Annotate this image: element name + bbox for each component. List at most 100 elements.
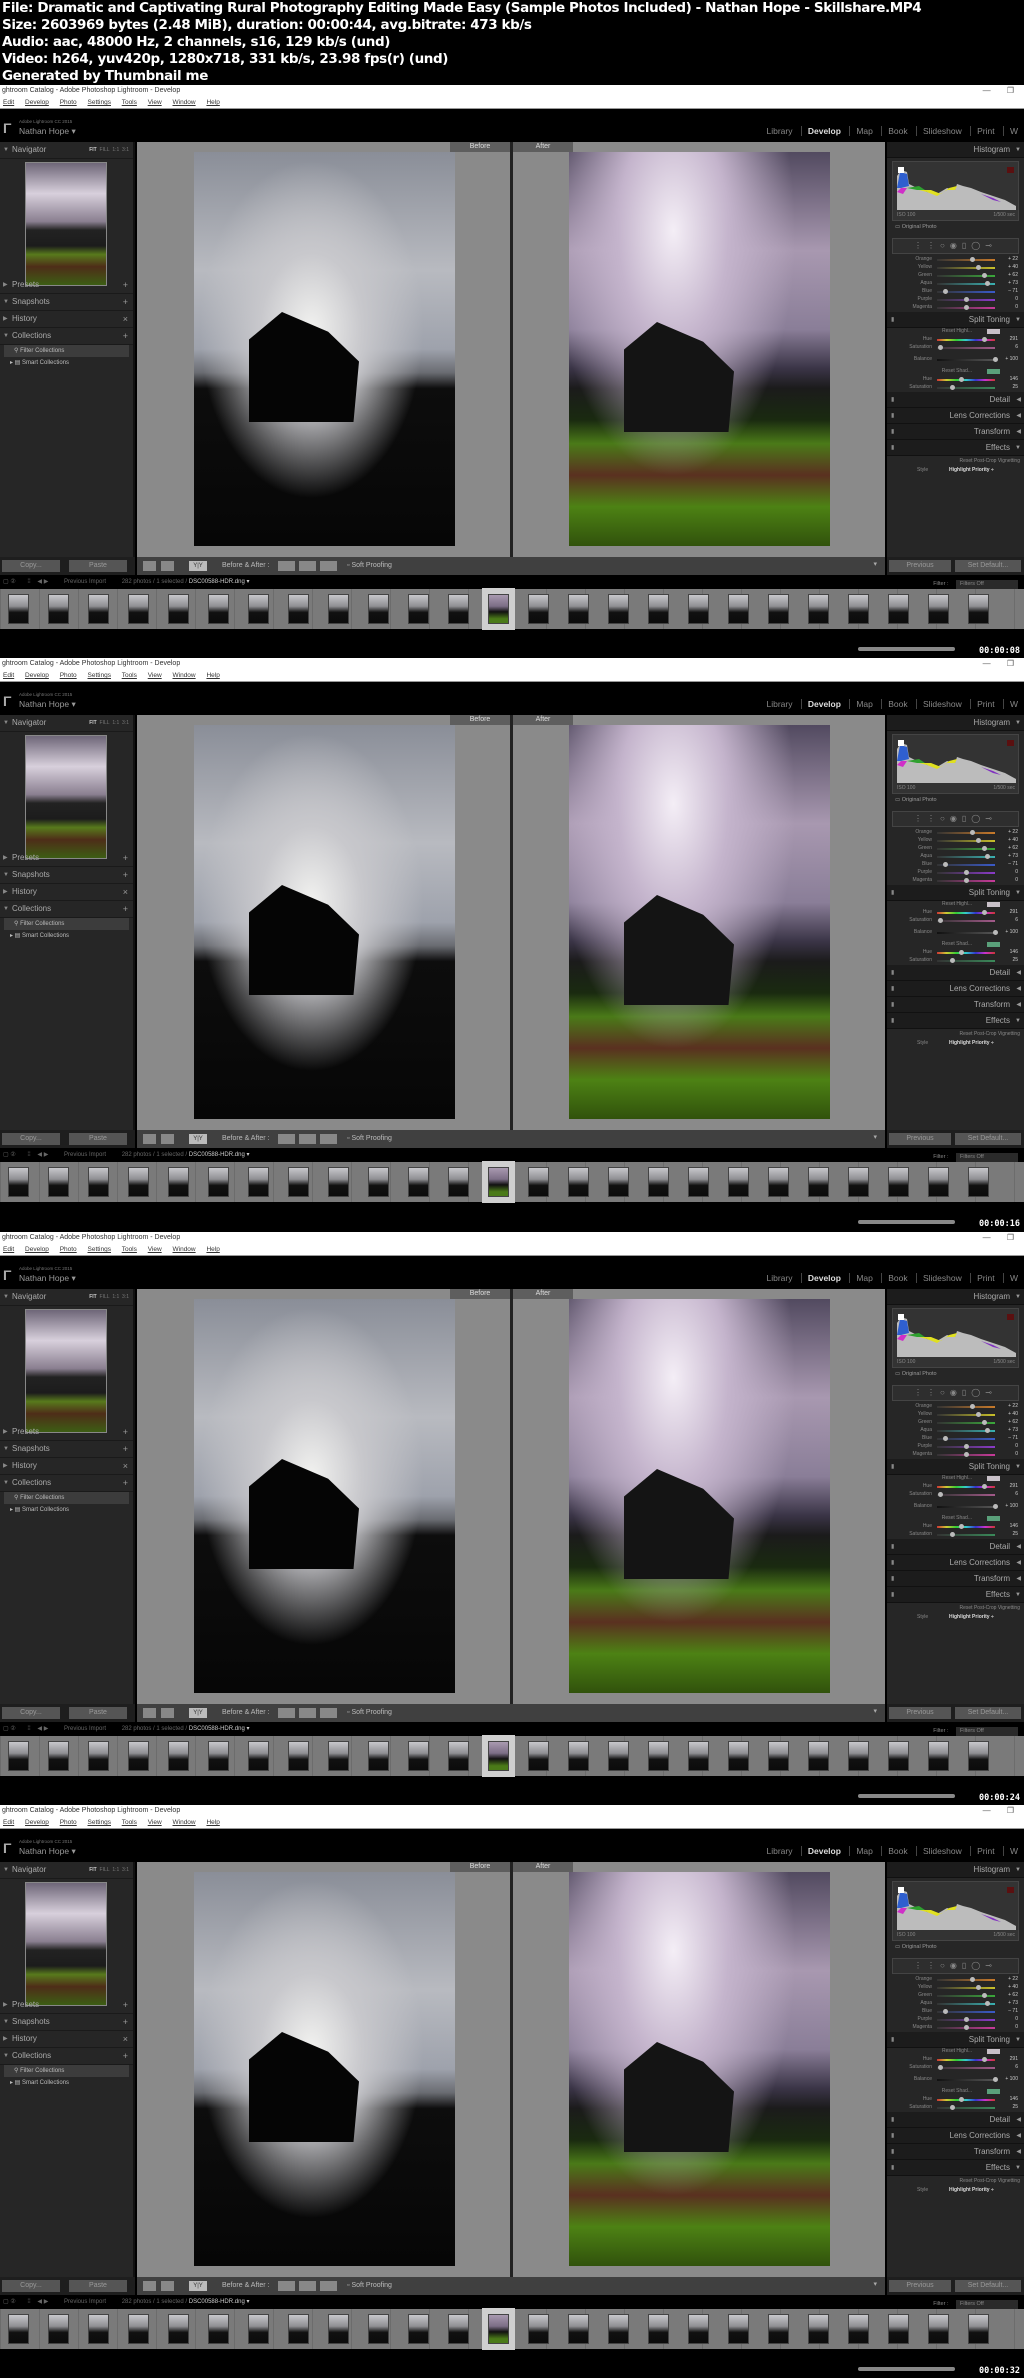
highlights-saturation-slider[interactable]: Saturation 6 — [887, 2064, 1024, 2072]
hsl-slider-magenta[interactable]: Magenta 0 — [887, 304, 1024, 312]
detail-header[interactable]: ▮ Detail ◀ — [887, 965, 1024, 981]
copy-before-to-after-button[interactable] — [278, 561, 295, 571]
slider-knob[interactable] — [984, 2001, 990, 2006]
split-toning-header[interactable]: ▮ Split Toning ▼ — [887, 312, 1024, 328]
presets-header[interactable]: ▶ Presets + — [0, 277, 133, 294]
loupe-view-button[interactable] — [143, 561, 156, 571]
add-snapshot-icon[interactable]: + — [123, 867, 128, 883]
hsl-slider-magenta[interactable]: Magenta 0 — [887, 1451, 1024, 1459]
filmstrip-thumb[interactable] — [448, 1167, 469, 1197]
menu-settings[interactable]: Settings — [88, 1246, 112, 1253]
module-slideshow[interactable]: Slideshow — [915, 699, 968, 709]
back-arrow-icon[interactable]: ◀ — [37, 1152, 42, 1158]
navigator-header[interactable]: ▼ Navigator FIT FILL 1:1 3:1 — [0, 1862, 133, 1879]
copy-button[interactable]: Copy... — [2, 1707, 60, 1719]
set-default-button[interactable]: Set Default... — [955, 1133, 1021, 1145]
slider-knob[interactable] — [993, 2077, 998, 2082]
menu-window[interactable]: Window — [173, 672, 196, 679]
graduated-filter-icon[interactable]: ▯ — [962, 1388, 971, 1397]
shadows-saturation-slider[interactable]: Saturation 25 — [887, 384, 1024, 392]
forward-arrow-icon[interactable]: ▶ — [44, 1152, 49, 1158]
module-develop[interactable]: Develop — [800, 1273, 847, 1283]
highlights-reset[interactable]: Reset Highl... — [887, 901, 1024, 909]
lens-corrections-header[interactable]: ▮ Lens Corrections ◀ — [887, 981, 1024, 997]
slider-track[interactable] — [937, 1979, 995, 1981]
menu-tools[interactable]: Tools — [122, 1819, 137, 1826]
presets-header[interactable]: ▶ Presets + — [0, 1424, 133, 1441]
menu-tools[interactable]: Tools — [122, 672, 137, 679]
filmstrip-thumb[interactable] — [688, 1167, 709, 1197]
presets-header[interactable]: ▶ Presets + — [0, 850, 133, 867]
module-slideshow[interactable]: Slideshow — [915, 1273, 968, 1283]
histogram[interactable]: ISO 100 1/500 sec — [892, 1881, 1019, 1941]
filmstrip-thumb[interactable] — [208, 1167, 229, 1197]
filmstrip-thumb-selected[interactable] — [482, 588, 515, 630]
menu-photo[interactable]: Photo — [60, 672, 77, 679]
filmstrip-scrollbar[interactable] — [858, 1794, 955, 1798]
style-dropdown[interactable]: Highlight Priority ÷ — [949, 467, 994, 473]
filmstrip-thumb[interactable] — [408, 1167, 429, 1197]
filmstrip-thumb[interactable] — [368, 2314, 389, 2344]
minimize-button[interactable]: — — [983, 1806, 991, 1815]
module-library[interactable]: Library — [761, 126, 799, 136]
filmstrip-thumb[interactable] — [248, 594, 269, 624]
filmstrip-thumb[interactable] — [648, 1167, 669, 1197]
copy-before-to-after-button[interactable] — [278, 1134, 295, 1144]
copy-after-to-before-button[interactable] — [299, 2281, 316, 2291]
filmstrip-thumb[interactable] — [208, 1741, 229, 1771]
red-eye-icon[interactable]: ◉ — [950, 1388, 962, 1397]
filmstrip-thumb[interactable] — [688, 594, 709, 624]
histogram-header[interactable]: Histogram ▼ — [887, 142, 1024, 158]
slider-track[interactable] — [937, 952, 995, 954]
grid-icon[interactable]: ⁞⁞ — [27, 1152, 30, 1158]
set-default-button[interactable]: Set Default... — [955, 560, 1021, 572]
snapshots-header[interactable]: ▼ Snapshots + — [0, 867, 133, 884]
slider-track[interactable] — [937, 932, 995, 934]
slider-track[interactable] — [937, 960, 995, 962]
soft-proofing-checkbox[interactable]: ▫ Soft Proofing — [347, 2280, 392, 2292]
smart-collections[interactable]: ▸ ▤ Smart Collections — [0, 1504, 133, 1516]
slider-knob[interactable] — [958, 377, 964, 382]
filter-collections[interactable]: ⚲ Filter Collections — [4, 2065, 129, 2077]
menu-develop[interactable]: Develop — [25, 1246, 49, 1253]
filmstrip-thumb[interactable] — [648, 2314, 669, 2344]
filmstrip-thumb[interactable] — [888, 1167, 909, 1197]
copy-button[interactable]: Copy... — [2, 2280, 60, 2292]
filmstrip-thumb[interactable] — [328, 1741, 349, 1771]
before-after-toggle[interactable]: Y|Y — [189, 561, 207, 571]
shadows-hue-slider[interactable]: Hue 146 — [887, 376, 1024, 384]
hsl-slider-orange[interactable]: Orange + 22 — [887, 829, 1024, 837]
filmstrip-thumb[interactable] — [848, 594, 869, 624]
hsl-slider-aqua[interactable]: Aqua + 73 — [887, 2000, 1024, 2008]
slider-knob[interactable] — [975, 838, 981, 843]
slider-track[interactable] — [937, 832, 995, 834]
graduated-filter-icon[interactable]: ▯ — [962, 241, 971, 250]
slider-knob[interactable] — [943, 1436, 949, 1441]
hsl-slider-yellow[interactable]: Yellow + 40 — [887, 264, 1024, 272]
module-library[interactable]: Library — [761, 699, 799, 709]
effects-header[interactable]: ▮ Effects ▼ — [887, 440, 1024, 456]
slider-knob[interactable] — [981, 1484, 987, 1489]
navigator-zoom-options[interactable]: FIT FILL 1:1 3:1 — [89, 142, 129, 158]
history-header[interactable]: ▶ History × — [0, 2031, 133, 2048]
minimize-button[interactable]: — — [983, 1233, 991, 1242]
shadows-hue-slider[interactable]: Hue 146 — [887, 1523, 1024, 1531]
adjustment-brush-icon[interactable]: ⊸ — [985, 1388, 997, 1397]
module-book[interactable]: Book — [881, 1846, 914, 1856]
filmstrip-thumb[interactable] — [368, 1741, 389, 1771]
slider-track[interactable] — [937, 2107, 995, 2109]
module-book[interactable]: Book — [881, 1273, 914, 1283]
menu-edit[interactable]: Edit — [3, 1246, 14, 1253]
adjustment-brush-icon[interactable]: ⊸ — [985, 1961, 997, 1970]
menu-view[interactable]: View — [148, 99, 162, 106]
back-arrow-icon[interactable]: ◀ — [37, 579, 42, 585]
highlights-saturation-slider[interactable]: Saturation 6 — [887, 1491, 1024, 1499]
hsl-slider-aqua[interactable]: Aqua + 73 — [887, 1427, 1024, 1435]
filmstrip-thumb[interactable] — [128, 594, 149, 624]
filmstrip-thumb[interactable] — [288, 594, 309, 624]
navigator-zoom-options[interactable]: FIT FILL 1:1 3:1 — [89, 1289, 129, 1305]
slider-knob[interactable] — [964, 1444, 969, 1449]
previous-button[interactable]: Previous — [889, 1133, 951, 1145]
module-print[interactable]: Print — [970, 699, 1001, 709]
filmstrip-thumb[interactable] — [728, 594, 749, 624]
